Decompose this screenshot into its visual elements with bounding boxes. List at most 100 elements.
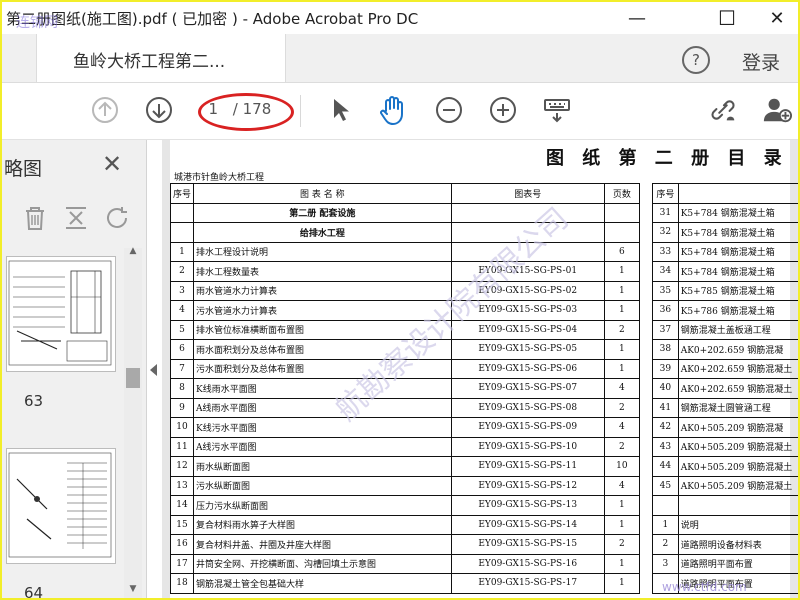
cell-no: 14 xyxy=(169,495,195,516)
rotate-icon[interactable] xyxy=(104,204,132,232)
table-row xyxy=(652,495,798,516)
cell-pages: 4 xyxy=(603,417,641,438)
cell-no: 3 xyxy=(169,280,195,301)
cell-no: 32 xyxy=(652,222,679,243)
table-row: 39 AK0+202.659 钢筋混凝土 xyxy=(652,358,798,379)
maximize-button[interactable]: ☐ xyxy=(704,2,750,34)
cell-name xyxy=(677,495,798,516)
cell-name: 排水工程数量表 xyxy=(193,261,452,282)
cell-name: 压力污水纵断面图 xyxy=(193,495,452,516)
cell-pages: 2 xyxy=(603,397,641,418)
toolbar: 1 / 178 xyxy=(2,83,798,140)
cell-name: 雨水纵断面图 xyxy=(193,456,452,477)
cell-pages: 1 xyxy=(603,280,641,301)
table-row: 5 排水管位标准横断面布置图 EY09-GX15-SG-PS-04 2 xyxy=(169,319,641,340)
login-button[interactable]: 登录 xyxy=(742,48,780,75)
table-row: 44 AK0+505.209 钢筋混凝土 xyxy=(652,456,798,477)
select-tool-button[interactable] xyxy=(326,95,356,125)
cell-no: 38 xyxy=(652,339,679,360)
table-row: 6 雨水面积划分及总体布置图 EY09-GX15-SG-PS-05 1 xyxy=(169,339,641,360)
cell-pages: 2 xyxy=(603,319,641,340)
page-thumbnail-64[interactable] xyxy=(6,448,116,564)
collapse-panel-icon[interactable] xyxy=(150,364,157,376)
cell-name: 复合材料雨水箅子大样图 xyxy=(193,514,452,535)
drawing-title: 图 纸 第 二 册 目 录 xyxy=(546,148,788,169)
cell-name: K5+784 钢筋混凝土箱 xyxy=(677,261,798,282)
previous-page-button[interactable] xyxy=(90,95,120,125)
keyboard-icon xyxy=(544,99,570,123)
cell-name: 钢筋混凝土管全包基础大样 xyxy=(193,573,452,594)
minimize-button[interactable]: — xyxy=(614,2,660,34)
cell-name: 排水工程设计说明 xyxy=(193,241,452,262)
arrow-down-circle-icon xyxy=(146,97,172,123)
table-row: 36 K5+786 钢筋混凝土箱 xyxy=(652,300,798,321)
trash-icon[interactable] xyxy=(22,204,48,232)
table-row: 3 雨水管道水力计算表 EY09-GX15-SG-PS-02 1 xyxy=(169,280,641,301)
share-link-button[interactable] xyxy=(708,95,738,125)
cell-name: 说明 xyxy=(677,514,798,535)
header-no: 序号 xyxy=(169,183,195,204)
cell-name: AK0+202.659 钢筋混凝 xyxy=(677,339,798,360)
extract-page-icon[interactable] xyxy=(62,204,90,232)
cell-pages: 1 xyxy=(603,573,641,594)
cell-no: 9 xyxy=(169,397,195,418)
cell-code: EY09-GX15-SG-PS-01 xyxy=(450,261,605,282)
sidebar-tools xyxy=(2,198,146,238)
index-table: 序号 图 表 名 称 图表号 页数 第二册 配套设施 给排水工程 1 排水工程设计… xyxy=(169,183,641,594)
close-button[interactable]: ✕ xyxy=(754,2,798,34)
cell-code: EY09-GX15-SG-PS-15 xyxy=(450,534,605,555)
cell-name: 污水面积划分及总体布置图 xyxy=(193,358,452,379)
cell-name: 雨水面积划分及总体布置图 xyxy=(193,339,452,360)
cell-code: EY09-GX15-SG-PS-11 xyxy=(450,456,605,477)
cell-pages: 2 xyxy=(603,436,641,457)
header-name: 图 表 名 称 xyxy=(193,183,452,204)
cell-no: 1 xyxy=(652,514,679,535)
scroll-up-icon[interactable]: ▲ xyxy=(124,246,142,258)
cell-no: 18 xyxy=(169,573,195,594)
minus-circle-icon xyxy=(436,97,462,123)
cell-pages: 1 xyxy=(603,514,641,535)
zoom-in-button[interactable] xyxy=(488,95,518,125)
table-row: 13 污水纵断面图 EY09-GX15-SG-PS-12 4 xyxy=(169,475,641,496)
cell-no: 11 xyxy=(169,436,195,457)
scrollbar-thumb[interactable] xyxy=(126,368,140,388)
thumbnail-list: 63 64 ▲ ▼ xyxy=(4,246,144,598)
cell-name: A线污水平面图 xyxy=(193,436,452,457)
header-pages: 页数 xyxy=(603,183,641,204)
sidebar-scrollbar[interactable]: ▲ ▼ xyxy=(124,246,142,598)
cell-code xyxy=(450,241,605,262)
cell-code: EY09-GX15-SG-PS-16 xyxy=(450,553,605,574)
cell-code: EY09-GX15-SG-PS-05 xyxy=(450,339,605,360)
next-page-button[interactable] xyxy=(144,95,174,125)
sidebar-close-button[interactable]: ✕ xyxy=(102,150,122,178)
keyboard-tools-button[interactable] xyxy=(542,95,572,125)
cell-no: 13 xyxy=(169,475,195,496)
cell-code: EY09-GX15-SG-PS-03 xyxy=(450,300,605,321)
acrobat-window: 第二册图纸(施工图).pdf ( 已加密 ) - Adobe Acrobat P… xyxy=(0,0,800,600)
table-row: 40 AK0+202.659 钢筋混凝土 xyxy=(652,378,798,399)
red-annotation-ellipse xyxy=(198,93,294,131)
cell-no: 12 xyxy=(169,456,195,477)
add-user-icon xyxy=(763,98,792,123)
cell-name: AK0+505.209 钢筋混凝土 xyxy=(677,456,798,477)
table-row: 41 钢筋混凝土圆管涵工程 xyxy=(652,397,798,418)
table-row: 45 AK0+505.209 钢筋混凝土 xyxy=(652,475,798,496)
maximize-icon: ☐ xyxy=(718,6,736,30)
hand-icon xyxy=(380,96,403,125)
add-user-button[interactable] xyxy=(762,95,792,125)
help-button[interactable]: ? xyxy=(682,46,710,74)
zoom-out-button[interactable] xyxy=(434,95,464,125)
document-view[interactable]: 图 纸 第 二 册 目 录 城港市针鱼岭大桥工程 序号 图 表 名 称 图表号 … xyxy=(162,140,798,598)
hand-tool-button[interactable] xyxy=(378,95,408,125)
page-thumbnail-63[interactable] xyxy=(6,256,116,372)
tab-label: 鱼岭大桥工程第二... xyxy=(73,52,226,72)
cell-name: 钢筋混凝土盖板涵工程 xyxy=(677,319,798,340)
scroll-down-icon[interactable]: ▼ xyxy=(124,584,142,596)
cell-name: 污水纵断面图 xyxy=(193,475,452,496)
tab-document[interactable]: 鱼岭大桥工程第二... xyxy=(36,34,286,82)
table-row: 14 压力污水纵断面图 EY09-GX15-SG-PS-13 1 xyxy=(169,495,641,516)
cell-no: 2 xyxy=(169,261,195,282)
cell-pages: 10 xyxy=(603,456,641,477)
title-bar: 第二册图纸(施工图).pdf ( 已加密 ) - Adobe Acrobat P… xyxy=(2,2,798,34)
close-icon: ✕ xyxy=(769,7,785,29)
